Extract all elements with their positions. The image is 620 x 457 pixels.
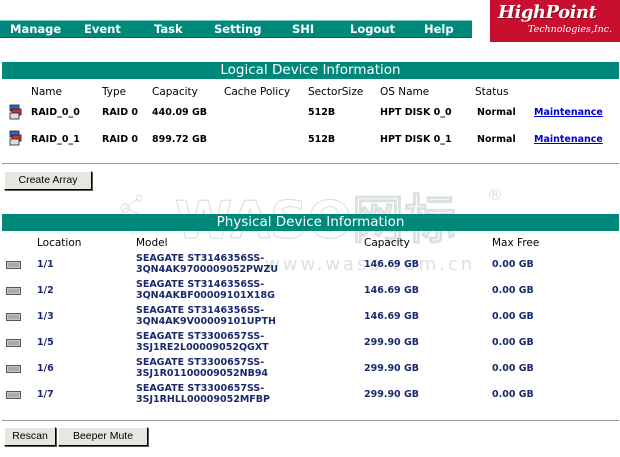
raid-array-icon <box>9 130 22 146</box>
physical-row-capacity: 299.90 GB <box>364 363 420 374</box>
hard-drive-icon <box>6 339 21 347</box>
physical-row-model-line2: 3QN4AK9V00009101UPTH <box>136 316 276 327</box>
physical-row-model-line2: 3QN4AKBF00009101X18G <box>136 290 275 301</box>
physical-row-capacity: 146.69 GB <box>364 259 420 270</box>
physical-row-location[interactable]: 1/2 <box>37 285 54 296</box>
physical-header-capacity: Capacity <box>364 237 410 249</box>
physical-row-model-line1: SEAGATE ST3300657SS- <box>136 357 265 368</box>
physical-row-capacity: 146.69 GB <box>364 285 420 296</box>
hard-drive-icon <box>6 391 21 399</box>
menu-logout[interactable]: Logout <box>350 21 395 37</box>
physical-row-model-line1: SEAGATE ST3300657SS- <box>136 331 265 342</box>
watermark-registered-mark: ® <box>487 185 503 204</box>
menu-manage[interactable]: Manage <box>10 21 61 37</box>
physical-row-max-free: 0.00 GB <box>492 363 534 374</box>
logical-header-status: Status <box>475 86 509 98</box>
logical-header-cache-policy: Cache Policy <box>224 86 291 98</box>
physical-row-location[interactable]: 1/6 <box>37 363 54 374</box>
physical-row-capacity: 299.90 GB <box>364 389 420 400</box>
physical-row-max-free: 0.00 GB <box>492 285 534 296</box>
logical-row-name[interactable]: RAID_0_1 <box>31 134 80 145</box>
physical-device-title: Physical Device Information <box>2 214 619 231</box>
menu-setting[interactable]: Setting <box>214 21 261 37</box>
logical-row-capacity: 899.72 GB <box>152 134 208 145</box>
physical-row-model-line1: SEAGATE ST3146356SS- <box>136 253 265 264</box>
logical-header-sector-size: SectorSize <box>308 86 364 98</box>
logical-row-type: RAID 0 <box>102 107 139 118</box>
logical-row-os-name: HPT DISK 0_0 <box>380 107 452 118</box>
physical-row-location[interactable]: 1/7 <box>37 389 54 400</box>
physical-row-model-line1: SEAGATE ST3146356SS- <box>136 279 265 290</box>
create-array-button[interactable]: Create Array <box>4 171 92 190</box>
physical-row-capacity: 299.90 GB <box>364 337 420 348</box>
logical-header-type: Type <box>102 86 127 98</box>
divider <box>2 420 619 421</box>
hard-drive-icon <box>6 287 21 295</box>
logical-header-capacity: Capacity <box>152 86 198 98</box>
hard-drive-icon <box>6 261 21 269</box>
logical-row-status: Normal <box>477 134 516 145</box>
physical-row-model-line2: 3QN4AK9700009052PWZU <box>136 264 279 275</box>
physical-row-capacity: 146.69 GB <box>364 311 420 322</box>
physical-row-location[interactable]: 1/3 <box>37 311 54 322</box>
physical-header-model: Model <box>136 237 168 249</box>
menu-task[interactable]: Task <box>154 21 183 37</box>
hard-drive-icon <box>6 313 21 321</box>
logical-header-os-name: OS Name <box>380 86 430 98</box>
menu-event[interactable]: Event <box>84 21 121 37</box>
physical-row-max-free: 0.00 GB <box>492 259 534 270</box>
menu-help[interactable]: Help <box>424 21 454 37</box>
menu-shi[interactable]: SHI <box>292 21 314 37</box>
main-menu: Manage Event Task Setting SHI Logout Hel… <box>0 20 472 38</box>
logo-brand: HighPoint <box>498 2 597 23</box>
physical-row-model-line2: 3SJ1RHLL00009052MFBP <box>136 394 270 405</box>
physical-row-max-free: 0.00 GB <box>492 337 534 348</box>
hard-drive-icon <box>6 365 21 373</box>
logical-device-title: Logical Device Information <box>2 62 619 79</box>
raid-array-icon <box>9 104 22 120</box>
logical-row-sector-size: 512B <box>308 107 336 118</box>
logical-header-name: Name <box>31 86 62 98</box>
beeper-mute-button[interactable]: Beeper Mute <box>58 427 148 446</box>
physical-header-location: Location <box>37 237 82 249</box>
physical-row-model-line1: SEAGATE ST3300657SS- <box>136 383 265 394</box>
logical-row-sector-size: 512B <box>308 134 336 145</box>
physical-row-max-free: 0.00 GB <box>492 389 534 400</box>
physical-row-model-line2: 3SJ1RE2L00009052QGXT <box>136 342 269 353</box>
divider <box>2 163 619 164</box>
rescan-button[interactable]: Rescan <box>4 427 56 446</box>
logical-row-capacity: 440.09 GB <box>152 107 208 118</box>
maintenance-link[interactable]: Maintenance <box>534 107 603 118</box>
logical-row-os-name: HPT DISK 0_1 <box>380 134 452 145</box>
highpoint-logo: HighPoint Technologies,Inc. <box>490 0 620 42</box>
physical-row-location[interactable]: 1/1 <box>37 259 54 270</box>
physical-row-location[interactable]: 1/5 <box>37 337 54 348</box>
physical-header-max-free: Max Free <box>492 237 540 249</box>
top-bar: Manage Event Task Setting SHI Logout Hel… <box>0 0 620 42</box>
physical-row-model-line1: SEAGATE ST3146356SS- <box>136 305 265 316</box>
physical-row-model-line2: 3SJ1R01100009052NB94 <box>136 368 269 379</box>
logical-row-status: Normal <box>477 107 516 118</box>
logical-row-name[interactable]: RAID_0_0 <box>31 107 80 118</box>
logo-subtitle: Technologies,Inc. <box>528 24 613 35</box>
physical-row-max-free: 0.00 GB <box>492 311 534 322</box>
maintenance-link[interactable]: Maintenance <box>534 134 603 145</box>
logical-row-type: RAID 0 <box>102 134 139 145</box>
